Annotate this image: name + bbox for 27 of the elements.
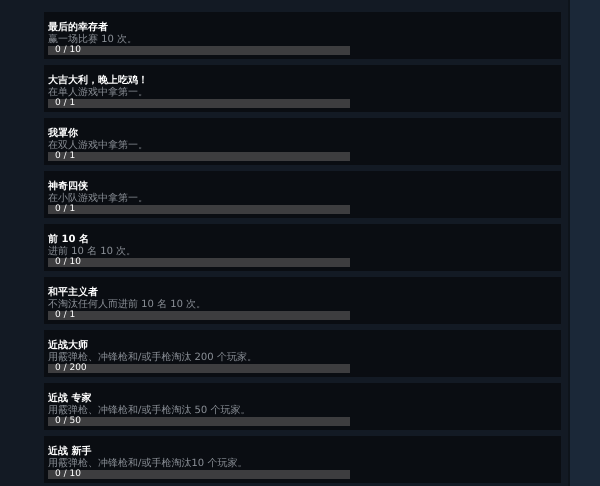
achievement-title: 大吉大利，晚上吃鸡！	[48, 75, 149, 86]
achievement-title: 前 10 名	[48, 234, 90, 246]
achievement-description: 在双人游戏中拿第一。	[48, 140, 149, 151]
achievement-description: 用霰弹枪、冲锋枪和/或手枪淘汰 50 个玩家。	[48, 405, 252, 416]
achievement-title: 近战大师	[48, 340, 89, 352]
progress-count: 0 / 10	[54, 258, 82, 267]
progress-count: 0 / 10	[54, 470, 82, 479]
achievement-description: 不淘汰任何人而进前 10 名 10 次。	[48, 299, 208, 310]
achievement-title: 最后的幸存者	[48, 22, 109, 34]
achievement-description: 在小队游戏中拿第一。	[48, 193, 149, 204]
achievement-title: 近战 专家	[48, 393, 92, 404]
achievement-description: 用霰弹枪、冲锋枪和/或手枪淘汰 200 个玩家。	[48, 352, 258, 363]
achievement-description: 赢一场比赛 10 次。	[48, 34, 138, 45]
achievement-title: 和平主义者	[48, 287, 99, 298]
achievement-description: 用霰弹枪、冲锋枪和/或手枪淘汰10 个玩家。	[48, 458, 248, 469]
progress-count: 0 / 10	[54, 46, 82, 55]
achievement-title: 神奇四侠	[48, 181, 89, 192]
progress-count: 0 / 1	[54, 311, 76, 320]
achievement-description: 在单人游戏中拿第一。	[48, 87, 149, 98]
progress-count: 0 / 1	[54, 99, 76, 108]
achievement-title: 我罩你	[48, 128, 79, 140]
progress-count: 0 / 50	[54, 417, 82, 426]
achievement-description: 进前 10 名 10 次。	[48, 246, 138, 257]
achievement-title: 近战 新手	[48, 446, 92, 458]
progress-count: 0 / 1	[54, 152, 76, 161]
progress-count: 0 / 1	[54, 205, 76, 214]
progress-count: 0 / 200	[54, 364, 88, 373]
